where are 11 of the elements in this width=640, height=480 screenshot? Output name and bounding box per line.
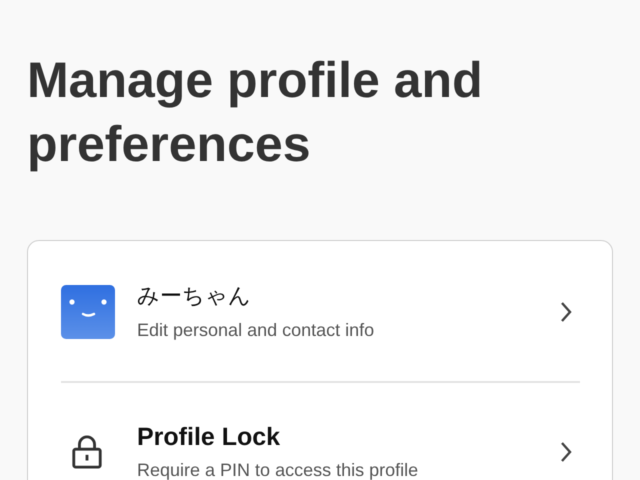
page-title: Manage profile and preferences xyxy=(27,51,484,174)
settings-row[interactable]: みーちゃん Edit personal and contact info xyxy=(61,241,580,381)
chevron-right-icon xyxy=(560,301,572,323)
row-title: みーちゃん xyxy=(137,283,252,311)
smiley-avatar-icon xyxy=(61,285,115,339)
chevron-right-icon xyxy=(560,441,572,463)
settings-row[interactable]: Profile Lock Require a PIN to access this profile xyxy=(61,383,580,480)
lock-icon xyxy=(71,435,103,469)
row-description: Require a PIN to access this profile xyxy=(137,459,420,480)
row-description: Edit personal and contact info xyxy=(137,319,376,342)
row-title: Profile Lock xyxy=(137,422,282,453)
